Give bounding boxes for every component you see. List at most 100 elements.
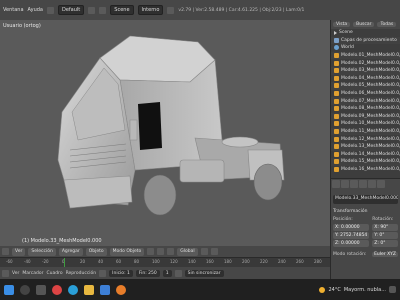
world-icon: [334, 45, 339, 51]
material-tab-icon[interactable]: [377, 180, 385, 188]
mesh-icon: [334, 159, 339, 165]
timeline-tick: 240: [278, 259, 286, 264]
outliner-label: Modelo.06_MeshModel0.0: [341, 91, 400, 97]
outliner-label: Modelo.16_MeshModel0.0: [341, 166, 400, 172]
shading-icon[interactable]: [147, 248, 155, 255]
view-menu-timeline[interactable]: Ver: [12, 271, 19, 276]
current-frame-field[interactable]: 1: [162, 269, 172, 277]
start-icon[interactable]: [4, 284, 14, 295]
outliner-row[interactable]: Modelo.16_MeshModel0.0◉: [331, 166, 400, 174]
rotation-y-field[interactable]: Y: 0°: [372, 232, 398, 239]
timeline[interactable]: -60 -40 -20 0 20 40 60 80 100 120 140 16…: [0, 257, 330, 268]
object-menu[interactable]: Objeto: [85, 247, 107, 256]
side-mirror: [129, 119, 138, 141]
location-y-field[interactable]: Y: 2752.74854: [333, 232, 370, 239]
3d-viewport[interactable]: Usuario (ortog) (1) Modelo.33_MeshModel0…: [0, 20, 330, 246]
render-engine-select[interactable]: Interno: [137, 5, 164, 15]
outliner-row[interactable]: Modelo.06_MeshModel0.0◉: [331, 90, 400, 98]
pivot-icon[interactable]: [157, 248, 165, 255]
orientation-select[interactable]: Global: [177, 247, 198, 256]
bumper: [63, 175, 133, 209]
mode-select[interactable]: Modo Objeto: [109, 247, 145, 256]
snap-icon[interactable]: [210, 248, 218, 255]
edge-icon[interactable]: [68, 284, 78, 295]
top-menu-bar: Ventana Ayuda Default Scene Interno v2.7…: [0, 0, 400, 20]
world-tab-icon[interactable]: [350, 180, 358, 188]
weather-text[interactable]: Mayorm. nubla...: [344, 287, 386, 293]
select-menu[interactable]: Selección: [28, 247, 56, 256]
outliner-row-render-layers[interactable]: Capas de procesamiento: [331, 36, 400, 45]
transform-section-header[interactable]: Transformación: [333, 209, 398, 214]
expand-icon[interactable]: [334, 30, 337, 35]
view-menu[interactable]: Ver: [12, 247, 26, 256]
outliner-row[interactable]: Modelo.15_MeshModel0.0◉: [331, 158, 400, 166]
task-view-icon[interactable]: [36, 284, 46, 295]
editor-type-icon[interactable]: [2, 248, 9, 255]
timeline-tick: 200: [242, 259, 250, 264]
sync-select[interactable]: Sin sincronizar: [184, 269, 224, 277]
outliner-row[interactable]: Modelo.09_MeshModel0.0◉: [331, 112, 400, 121]
add-menu[interactable]: Agregar: [58, 247, 83, 256]
scene-select[interactable]: Scene: [110, 5, 134, 15]
outliner-label: Capas de procesamiento: [341, 37, 397, 43]
outliner-row[interactable]: Modelo.13_MeshModel0.0◉: [331, 142, 400, 151]
temperature-text[interactable]: 24°C: [328, 287, 340, 293]
outliner-row[interactable]: Modelo.08_MeshModel0.0◉: [331, 105, 400, 113]
location-x-field[interactable]: X: 0.00000: [333, 224, 370, 231]
layers-icon[interactable]: [200, 248, 208, 255]
menu-help[interactable]: Ayuda: [28, 7, 43, 13]
playback-menu[interactable]: Reproducción: [66, 271, 97, 276]
add-layout-button[interactable]: [88, 6, 96, 14]
location-z-field[interactable]: Z: 0.00000: [333, 240, 370, 247]
outliner-row[interactable]: Modelo.12_MeshModel0.0◉: [331, 135, 400, 143]
network-icon[interactable]: [389, 286, 396, 293]
outliner-row[interactable]: Modelo.07_MeshModel0.0◉: [331, 97, 400, 105]
outliner-row[interactable]: Modelo.03_MeshModel0.0◉: [331, 66, 400, 75]
outliner-row[interactable]: Modelo.14_MeshModel0.0◉: [331, 151, 400, 159]
outliner-row[interactable]: Modelo.04_MeshModel0.0◉: [331, 75, 400, 83]
chrome-icon[interactable]: [52, 284, 62, 295]
mesh-icon: [334, 75, 339, 81]
timeline-tick: 140: [188, 259, 196, 264]
outliner-header: Vista Buscar Todas: [331, 20, 400, 29]
blender-icon[interactable]: [116, 284, 126, 295]
end-frame-field[interactable]: Fin: 250: [135, 269, 160, 277]
object-tab-icon[interactable]: [359, 180, 367, 188]
menu-window[interactable]: Ventana: [3, 7, 24, 13]
manipulator-icon[interactable]: [167, 248, 175, 255]
timeline-tick: -40: [24, 259, 31, 264]
frame-menu[interactable]: Cuadro: [46, 271, 62, 276]
outliner-row[interactable]: Modelo.05_MeshModel0.0◉: [331, 82, 400, 90]
outliner-row-scene[interactable]: Scene: [331, 29, 400, 37]
outliner-row[interactable]: Modelo.10_MeshModel0.0◉: [331, 120, 400, 128]
render-tab-icon[interactable]: [332, 180, 340, 188]
mesh-icon: [334, 68, 339, 74]
modifier-tab-icon[interactable]: [368, 180, 376, 188]
record-icon[interactable]: [99, 269, 107, 277]
rotation-z-field[interactable]: Z: 0°: [372, 240, 398, 247]
marker-menu[interactable]: Marcador: [22, 271, 43, 276]
outliner-row-world[interactable]: World: [331, 44, 400, 52]
render-layers-icon: [334, 37, 339, 43]
outliner-label: Modelo.05_MeshModel0.0: [341, 83, 400, 89]
mesh-icon: [334, 136, 339, 142]
outliner-tab-all[interactable]: Todas: [377, 22, 397, 27]
outliner-label: Modelo.08_MeshModel0.0: [341, 106, 400, 112]
start-frame-field[interactable]: Inicio: 1: [109, 269, 133, 277]
timeline-editor-icon[interactable]: [2, 269, 9, 277]
search-icon[interactable]: [20, 284, 30, 295]
object-name-field[interactable]: Modelo.33_MeshModel0.000: [333, 195, 398, 204]
scene-tab-icon[interactable]: [341, 180, 349, 188]
folder-icon[interactable]: [84, 284, 94, 295]
outliner-label: Modelo.02_MeshModel0.0: [341, 60, 400, 66]
outliner-row[interactable]: Modelo.02_MeshModel0.0◉: [331, 59, 400, 67]
rotation-x-field[interactable]: X: 90°: [372, 224, 398, 231]
outliner-row[interactable]: Modelo.11_MeshModel0.0◉: [331, 127, 400, 136]
store-icon[interactable]: [100, 284, 110, 295]
layout-select[interactable]: Default: [58, 5, 85, 15]
rotation-mode-select[interactable]: Euler XYZ: [372, 252, 398, 257]
outliner-tab-search[interactable]: Buscar: [353, 22, 375, 27]
outliner-row[interactable]: Modelo.01_MeshModel0.0◉: [331, 51, 400, 60]
play-icon[interactable]: [174, 269, 182, 277]
outliner-tab-view[interactable]: Vista: [333, 22, 351, 27]
